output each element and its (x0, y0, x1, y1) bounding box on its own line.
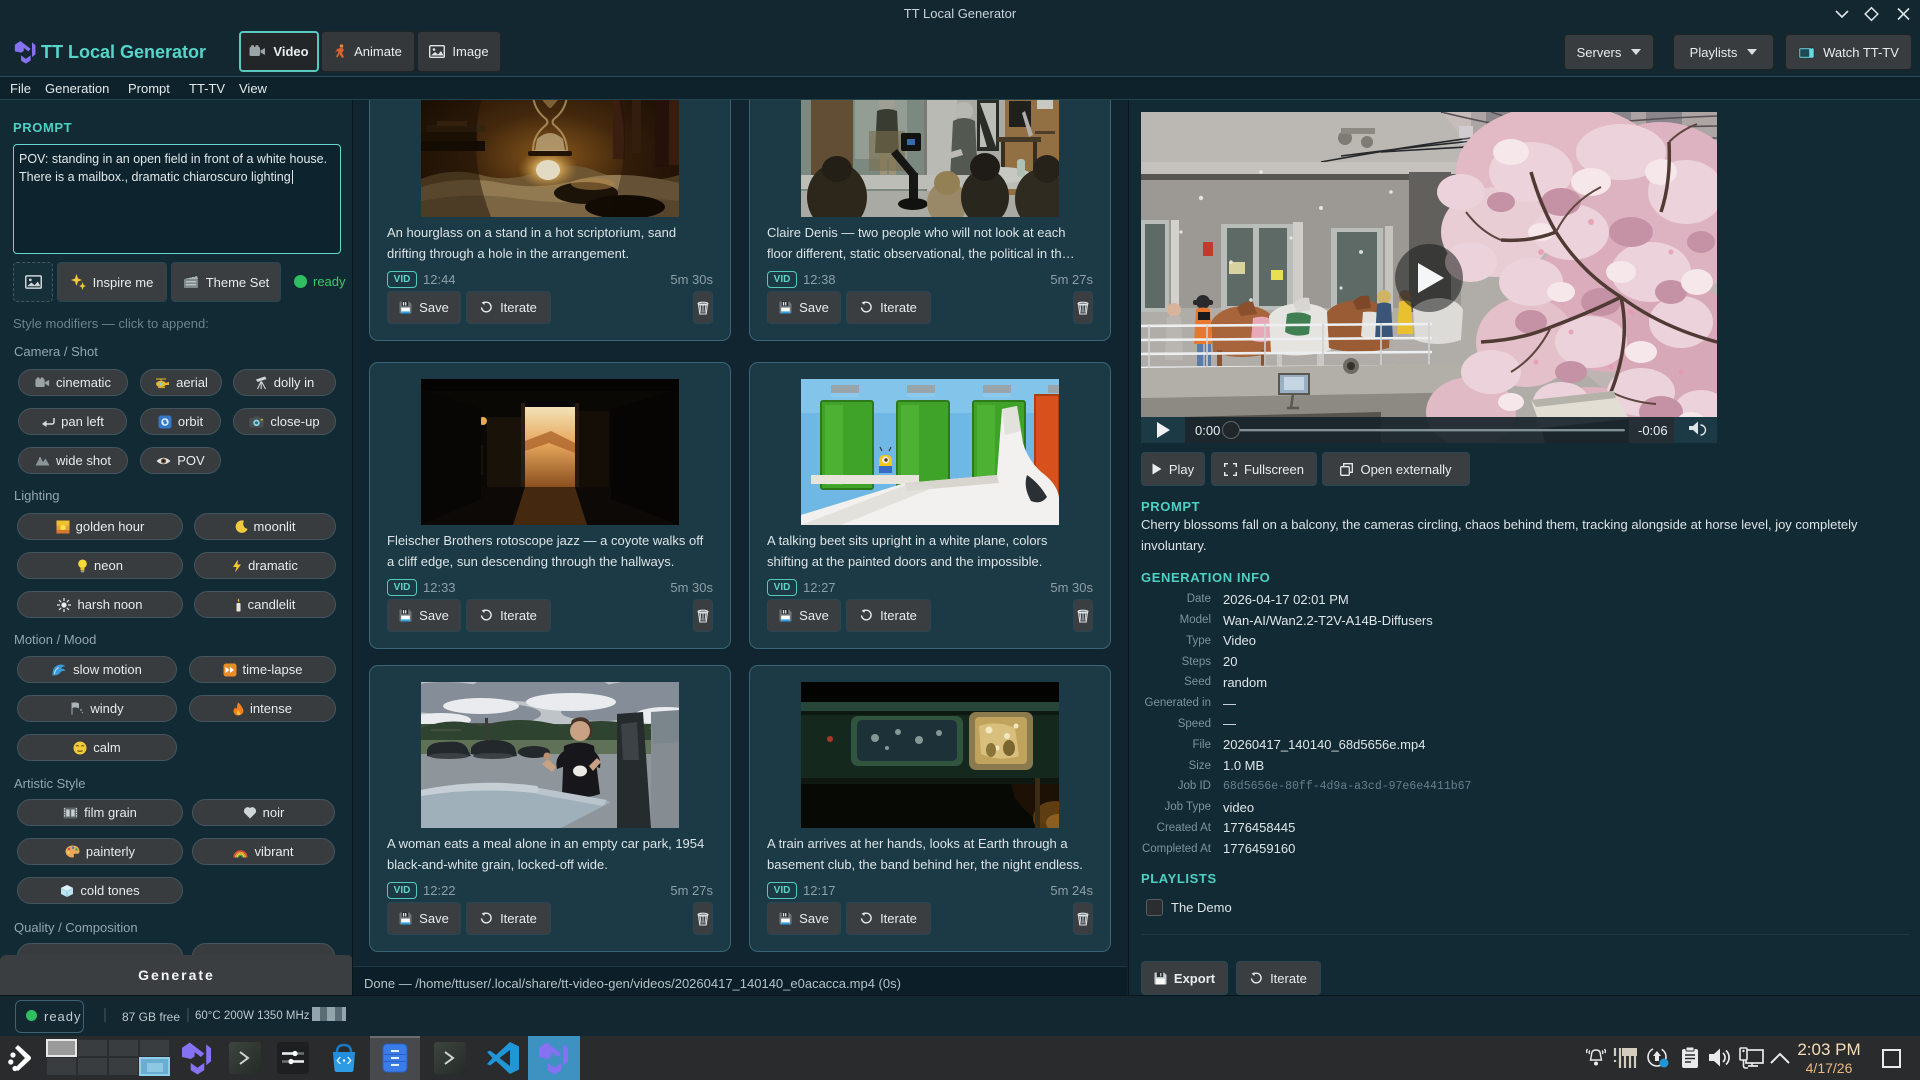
svg-text:-0:06: -0:06 (1638, 423, 1668, 438)
svg-text:0:00: 0:00 (1195, 423, 1220, 438)
